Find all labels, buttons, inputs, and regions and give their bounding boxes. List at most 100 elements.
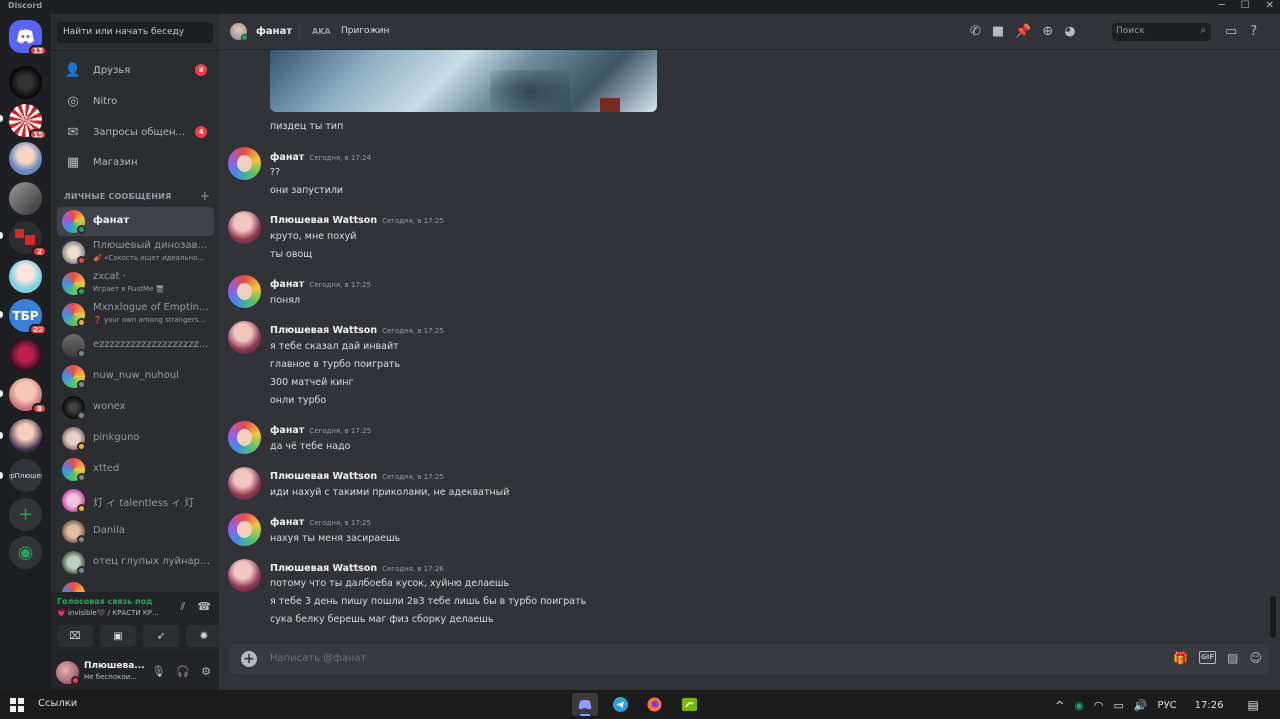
message-author[interactable]: Плюшевая Wattson Сегодня, в 17:25 <box>270 215 444 226</box>
server-icon[interactable] <box>9 338 42 371</box>
gif-icon[interactable]: GIF <box>1199 651 1217 664</box>
emoji-icon[interactable]: ☺ <box>1249 651 1262 665</box>
mic-icon[interactable]: 🎙 <box>151 665 165 678</box>
dm-item[interactable]: nuw_nuw_nuhoul <box>57 362 214 391</box>
activity-button[interactable]: ➶ <box>143 625 179 647</box>
avatar[interactable] <box>228 275 261 308</box>
server-icon[interactable] <box>9 142 42 175</box>
battery-icon[interactable]: ▭ <box>1113 699 1123 712</box>
nav-message-requests[interactable]: ✉ Запросы общен... 4 <box>57 118 213 146</box>
avatar[interactable] <box>228 559 261 592</box>
noise-suppression-icon[interactable]: ⫽ <box>180 600 185 614</box>
add-friend-icon[interactable]: ⊕ <box>1042 24 1053 39</box>
message-author[interactable]: фанат Сегодня, в 17:25 <box>270 517 371 528</box>
video-call-icon[interactable]: ■ <box>992 24 1004 39</box>
nav-nitro[interactable]: ◎ Nitro <box>57 87 213 115</box>
server-text-icon[interactable]: ерПлюшев <box>9 459 42 492</box>
author-name[interactable]: Плюшевая Wattson <box>270 215 377 226</box>
clock[interactable]: 17:26 <box>1195 700 1224 711</box>
server-icon[interactable] <box>9 66 42 99</box>
message-author[interactable]: фанат Сегодня, в 17:25 <box>270 425 371 436</box>
message-input[interactable]: Написать @фанат <box>270 653 366 664</box>
discover-button[interactable]: ◉ <box>9 536 42 569</box>
avatar[interactable] <box>228 147 261 180</box>
author-name[interactable]: Плюшевая Wattson <box>270 325 377 336</box>
home-button[interactable]: 13 <box>9 20 47 56</box>
inbox-icon[interactable]: ▭ <box>1225 24 1237 39</box>
dm-item[interactable]: отец глупых луйнаров <box>57 548 214 577</box>
message-author[interactable]: фанат Сегодня, в 17:25 <box>270 279 371 290</box>
dm-item[interactable]: Плюшевый динозав... 🎻 «Сакость ищет идеа… <box>57 238 214 267</box>
find-conversation-button[interactable]: Найти или начать беседу <box>57 22 213 43</box>
volume-icon[interactable]: 🔊 <box>1134 699 1148 712</box>
chevron-up-icon[interactable]: ^ <box>1055 699 1064 712</box>
minimize-button[interactable]: ─ <box>1219 0 1225 11</box>
headphones-icon[interactable]: 🎧 <box>176 665 190 678</box>
dm-item[interactable]: Danila <box>57 517 214 546</box>
author-name[interactable]: фанат <box>270 517 304 528</box>
search-input[interactable]: Поиск ⌕ <box>1112 23 1211 41</box>
user-profile-icon[interactable]: ◕ <box>1064 24 1075 39</box>
image-attachment[interactable] <box>270 50 657 112</box>
screen-share-button[interactable]: ▣ <box>100 625 136 647</box>
dm-item-fanat[interactable]: фанат <box>57 207 214 236</box>
dm-item[interactable]: 灯 ィ talentless ィ 灯 <box>57 486 214 515</box>
taskbar-discord[interactable] <box>572 693 598 716</box>
add-attachment-icon[interactable]: + <box>241 651 257 667</box>
soundboard-button[interactable]: ✺ <box>186 625 222 647</box>
pin-icon[interactable]: 📌 <box>1015 24 1031 39</box>
voice-call-icon[interactable]: ✆ <box>970 24 981 39</box>
camera-button[interactable]: ⌧ <box>57 625 93 647</box>
author-name[interactable]: фанат <box>270 152 304 163</box>
maximize-button[interactable]: ☐ <box>1241 0 1250 11</box>
dm-item[interactable]: wonex <box>57 393 214 422</box>
scrollbar[interactable] <box>1270 596 1276 638</box>
gift-icon[interactable]: 🎁 <box>1173 651 1188 665</box>
server-icon[interactable]: 2 <box>9 221 47 257</box>
sticker-icon[interactable]: ▨ <box>1227 651 1238 665</box>
author-name[interactable]: фанат <box>270 279 304 290</box>
avatar[interactable] <box>228 467 261 500</box>
close-button[interactable]: ✕ <box>1266 0 1274 11</box>
disconnect-icon[interactable]: ☎ <box>197 600 211 614</box>
taskbar-firefox[interactable] <box>641 693 667 716</box>
create-dm-icon[interactable]: + <box>200 189 210 203</box>
server-icon[interactable]: 15 <box>9 104 47 140</box>
message-author[interactable]: Плюшевая Wattson Сегодня, в 17:25 <box>270 471 444 482</box>
dm-item[interactable]: pinkguno <box>57 424 214 453</box>
dm-item[interactable]: zxcat · Играет в RustMe 🖥 <box>57 269 214 298</box>
server-icon[interactable] <box>9 419 42 452</box>
add-server-button[interactable]: + <box>9 498 42 531</box>
gear-icon[interactable]: ⚙ <box>201 665 211 678</box>
author-name[interactable]: Плюшевая Wattson <box>270 471 377 482</box>
dm-item[interactable]: Mxnxlogue of Emptin... ❓ your own among … <box>57 300 214 329</box>
message-author[interactable]: Плюшевая Wattson Сегодня, в 17:25 <box>270 325 444 336</box>
dm-item[interactable]: xtted <box>57 455 214 484</box>
taskbar-search[interactable]: Ссылки <box>38 698 77 709</box>
avatar[interactable] <box>228 421 261 454</box>
message-composer[interactable]: + Написать @фанат 🎁 GIF ▨ ☺ <box>230 644 1270 674</box>
server-icon[interactable]: 8 <box>9 378 47 414</box>
author-name[interactable]: Плюшевая Wattson <box>270 563 377 574</box>
language-indicator[interactable]: РУС <box>1158 700 1177 711</box>
dm-item[interactable]: ezzzzzzzzzzzzzzzzzzz... <box>57 331 214 360</box>
avatar[interactable] <box>228 321 261 354</box>
notification-icon[interactable]: ▤ <box>1247 698 1258 712</box>
dm-item[interactable] <box>57 579 214 592</box>
start-button[interactable] <box>10 698 24 712</box>
help-icon[interactable]: ? <box>1250 24 1257 39</box>
taskbar-nvidia[interactable] <box>676 693 702 716</box>
tray-app-icon[interactable]: ◉ <box>1074 699 1084 712</box>
avatar[interactable] <box>228 513 261 546</box>
avatar[interactable] <box>228 211 261 244</box>
author-name[interactable]: фанат <box>270 425 304 436</box>
server-icon[interactable] <box>9 260 42 293</box>
taskbar-telegram[interactable] <box>607 693 633 716</box>
message-author[interactable]: Плюшевая Wattson Сегодня, в 17:26 <box>270 563 444 574</box>
nav-friends[interactable]: 👤 Друзья 9 <box>57 56 213 84</box>
message-author[interactable]: фанат Сегодня, в 17:24 <box>270 152 371 163</box>
wifi-icon[interactable]: ◠ <box>1094 699 1104 712</box>
server-icon[interactable] <box>9 182 42 215</box>
server-icon[interactable]: ТБР 22 <box>9 299 47 335</box>
nav-shop[interactable]: ▦ Магазин <box>57 148 213 176</box>
